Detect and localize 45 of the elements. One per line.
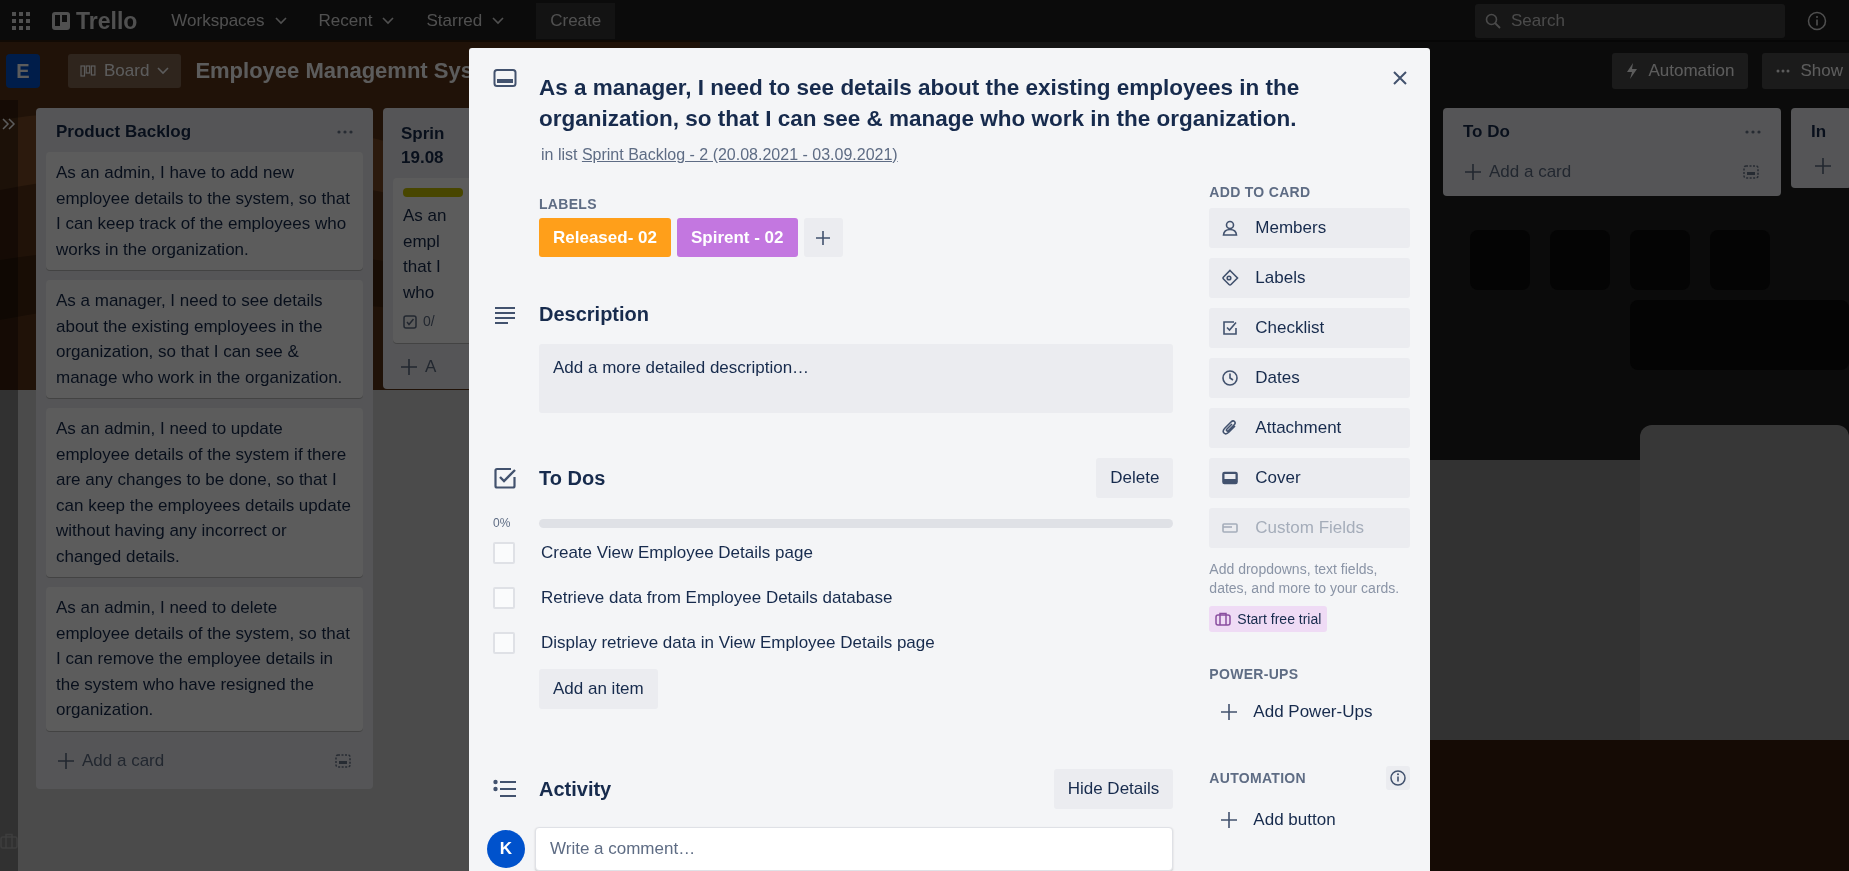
nav-menu[interactable]: Recent [306,5,407,37]
upsell-text: Add dropdowns, text fields, dates, and more to your cards. [1209,560,1401,598]
list-title[interactable]: To Do [1463,122,1510,142]
checklist-item[interactable]: Retrieve data from Employee Details database [541,587,893,608]
sidebar-button[interactable]: Members [1209,208,1410,248]
sidebar-heading: AUTOMATION [1209,770,1306,786]
checklist-count: 0/ [423,312,435,331]
user-avatar[interactable]: K [487,830,525,868]
story-card[interactable]: As a manager, I need to see details about the existing employees in the organization, so that I can see & manage who work in the organization. [46,280,363,398]
sidebar-button[interactable]: Checklist [1209,308,1410,348]
label-chip[interactable]: Released- 02 [539,218,671,257]
sidebar-button[interactable]: Labels [1209,258,1410,298]
list-title[interactable]: Product Backlog [56,122,192,142]
start-trial-button[interactable]: Start free trial [1209,606,1328,632]
card-title[interactable]: As a manager, I need to see details about the existing employees in the organization, so that I can see & manage who work in the organization. [539,68,1369,134]
progress-percent: 0% [493,516,512,530]
add-item-button[interactable]: Add an item [539,669,658,709]
story-card[interactable]: As an admin, I need to delete employee details of the system, so that I can remove the employee details in the system who have resigned the organization. [46,587,363,731]
section-title: To Dos [539,466,606,490]
list-title[interactable]: In [1811,122,1827,142]
sidebar-button[interactable]: Cover [1209,458,1410,498]
checklist-item[interactable]: Display retrieve data in View Employee Details page [541,632,935,653]
sidebar-button[interactable]: Attachment [1209,408,1410,448]
nav-menu[interactable]: Starred [414,5,517,37]
hide-details-button[interactable]: Hide Details [1053,769,1174,809]
section-title: Activity [539,777,612,801]
comment-field[interactable]: Write a comment… [535,827,1174,871]
sidebar-button[interactable]: Dates [1209,358,1410,398]
workspace-avatar[interactable]: E [6,54,40,88]
add-automation-button[interactable]: Add button [1209,800,1410,840]
list-link[interactable]: Sprint Backlog - 2 (20.08.2021 - 03.09.2021) [581,146,898,163]
sidebar-heading: ADD TO CARD [1209,184,1312,200]
sidebar-heading: POWER-UPS [1209,666,1300,682]
labels-heading: LABELS [539,196,598,212]
description-field[interactable]: Add a more detailed description… [539,344,1174,413]
story-card[interactable]: As an admin, I have to add new employee details to the system, so that I can keep track of the employees who works in the organization. [46,152,363,270]
delete-button[interactable]: Delete [1096,458,1174,498]
trello-logo[interactable]: Trello [52,7,138,35]
story-card[interactable]: As an admin, I need to update employee details of the system if there are any changes to be done, so that I can keep the employees details update without having any incorrect or changed details. [46,408,363,577]
in-list-text: in list [541,146,578,163]
label-chip[interactable]: Spirent - 02 [676,218,798,257]
add-power-ups-button[interactable]: Add Power-Ups [1209,692,1410,732]
checklist-item[interactable]: Create View Employee Details page [541,542,813,563]
nav-menu[interactable]: Workspaces [159,5,299,37]
section-title: Description [539,303,650,326]
